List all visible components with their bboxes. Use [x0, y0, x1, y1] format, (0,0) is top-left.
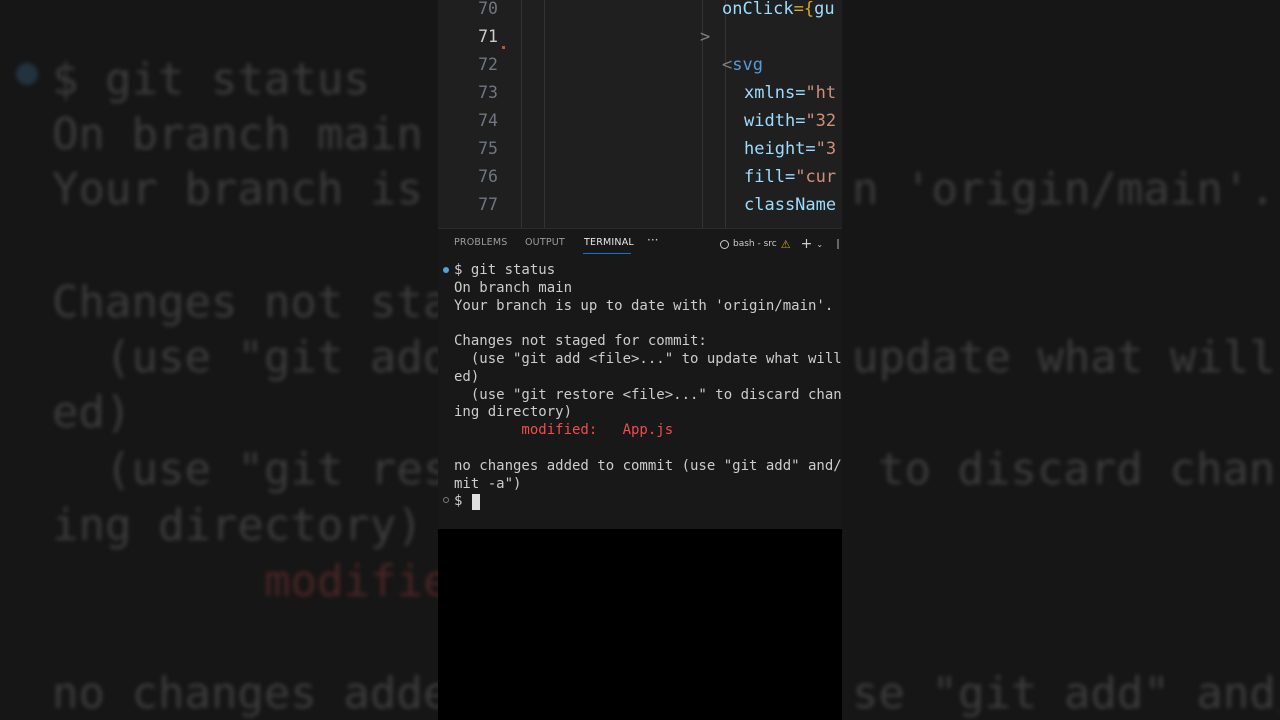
terminal-line: ing directory) — [454, 404, 573, 421]
code-line: className — [744, 191, 836, 219]
background-text: update what will — [852, 332, 1276, 383]
command-pending-icon — [443, 497, 449, 503]
line-number: 74 — [478, 111, 498, 130]
active-tab-indicator — [583, 253, 631, 254]
background-text: Your branch is — [52, 164, 423, 215]
background-text: modifie — [264, 556, 450, 607]
terminal-cursor — [472, 494, 480, 510]
code-value: gu — [814, 0, 835, 19]
code-tag: svg — [732, 55, 763, 75]
code-punctuation: = — [784, 167, 796, 187]
code-line: <svg — [722, 51, 763, 79]
background-text: Changes not sta — [52, 277, 450, 328]
warning-icon: ⚠ — [780, 237, 791, 251]
terminal-name: bash - src — [733, 239, 777, 249]
background-text: ing directory) — [52, 500, 423, 551]
background-text: (use "git res — [52, 444, 450, 495]
code-line: fill="cur — [744, 163, 836, 191]
terminal-line: ed) — [454, 368, 480, 385]
terminal-line: On branch main — [454, 279, 573, 296]
tab-output[interactable]: OUTPUT — [525, 237, 565, 248]
line-number: 75 — [478, 139, 498, 158]
code-attribute: xmlns — [744, 83, 796, 103]
terminal-icon — [720, 239, 729, 249]
split-terminal-icon[interactable] — [837, 239, 840, 249]
line-number: 77 — [478, 195, 498, 214]
indent-guide — [521, 0, 522, 228]
code-string: "32 — [805, 111, 837, 131]
terminal-line: mit -a") — [454, 475, 522, 492]
bottom-panel: PROBLEMS OUTPUT TERMINAL ··· bash - src … — [438, 228, 842, 529]
line-number: 73 — [478, 83, 498, 102]
code-string: "ht — [805, 83, 837, 103]
code-line: onClick={gu — [722, 0, 835, 23]
code-line: height="3 — [744, 135, 836, 163]
modified-line-marker — [502, 46, 505, 49]
background-text: no changes adde — [52, 668, 450, 719]
code-attribute: width — [744, 111, 796, 131]
background-text: n 'origin/main'. — [852, 164, 1276, 215]
line-number: 72 — [478, 55, 498, 74]
code-line: > — [700, 23, 710, 51]
tab-problems[interactable]: PROBLEMS — [454, 237, 507, 248]
background-text: se "git add" and/ — [852, 668, 1280, 719]
code-punctuation: = — [795, 83, 806, 103]
terminal-line: Your branch is up to date with 'origin/m… — [454, 297, 834, 314]
command-success-icon — [443, 267, 449, 273]
code-attribute: height — [744, 139, 806, 159]
line-number: 70 — [478, 0, 498, 18]
terminal-line-modified: modified: App.js — [454, 422, 674, 439]
panel-tabs: PROBLEMS OUTPUT TERMINAL ··· bash - src … — [438, 229, 842, 257]
background-text: $ git status — [52, 54, 370, 105]
code-editor[interactable]: 70 71 72 73 74 75 76 77 onClick={gu > <s… — [438, 0, 842, 228]
background-text: to discard chan — [878, 444, 1276, 495]
code-line: width="32 — [744, 107, 836, 135]
background-text: On branch main — [52, 109, 423, 160]
terminal-prompt[interactable]: $ — [454, 493, 471, 511]
terminal-line: no changes added to commit (use "git add… — [454, 457, 842, 474]
code-string: "3 — [815, 139, 837, 159]
code-punctuation: > — [700, 27, 711, 47]
line-number: 71 — [478, 27, 498, 46]
code-punctuation: = — [805, 139, 816, 159]
code-punctuation: < — [722, 55, 733, 75]
code-line: xmlns="ht — [744, 79, 836, 107]
line-number: 76 — [478, 167, 498, 186]
terminal-line: (use "git add <file>..." to update what … — [454, 351, 842, 367]
background-prompt-dot-icon — [16, 63, 38, 85]
code-attribute: fill — [744, 167, 785, 187]
code-attribute: className — [744, 195, 837, 215]
code-punctuation: ={ — [793, 0, 815, 19]
code-attribute: onClick — [722, 0, 794, 19]
chevron-down-icon[interactable]: ⌄ — [816, 240, 823, 249]
terminal-line: $ git status — [454, 262, 556, 278]
code-punctuation: = — [795, 111, 806, 131]
background-text: (use "git add — [52, 332, 450, 383]
terminal-selector[interactable]: bash - src ⚠ + ⌄ — [720, 236, 840, 252]
terminal-line: Changes not staged for commit: — [454, 333, 707, 350]
indent-guide — [544, 0, 545, 228]
code-string: "cur — [795, 167, 837, 187]
more-actions-icon[interactable]: ··· — [647, 233, 658, 247]
tab-terminal[interactable]: TERMINAL — [584, 237, 634, 248]
indent-guide — [725, 0, 726, 228]
video-frame: 70 71 72 73 74 75 76 77 onClick={gu > <s… — [438, 0, 842, 720]
terminal-line: (use "git restore <file>..." to discard … — [454, 386, 842, 403]
new-terminal-icon[interactable]: + — [801, 236, 813, 252]
background-text: ed) — [52, 387, 132, 438]
